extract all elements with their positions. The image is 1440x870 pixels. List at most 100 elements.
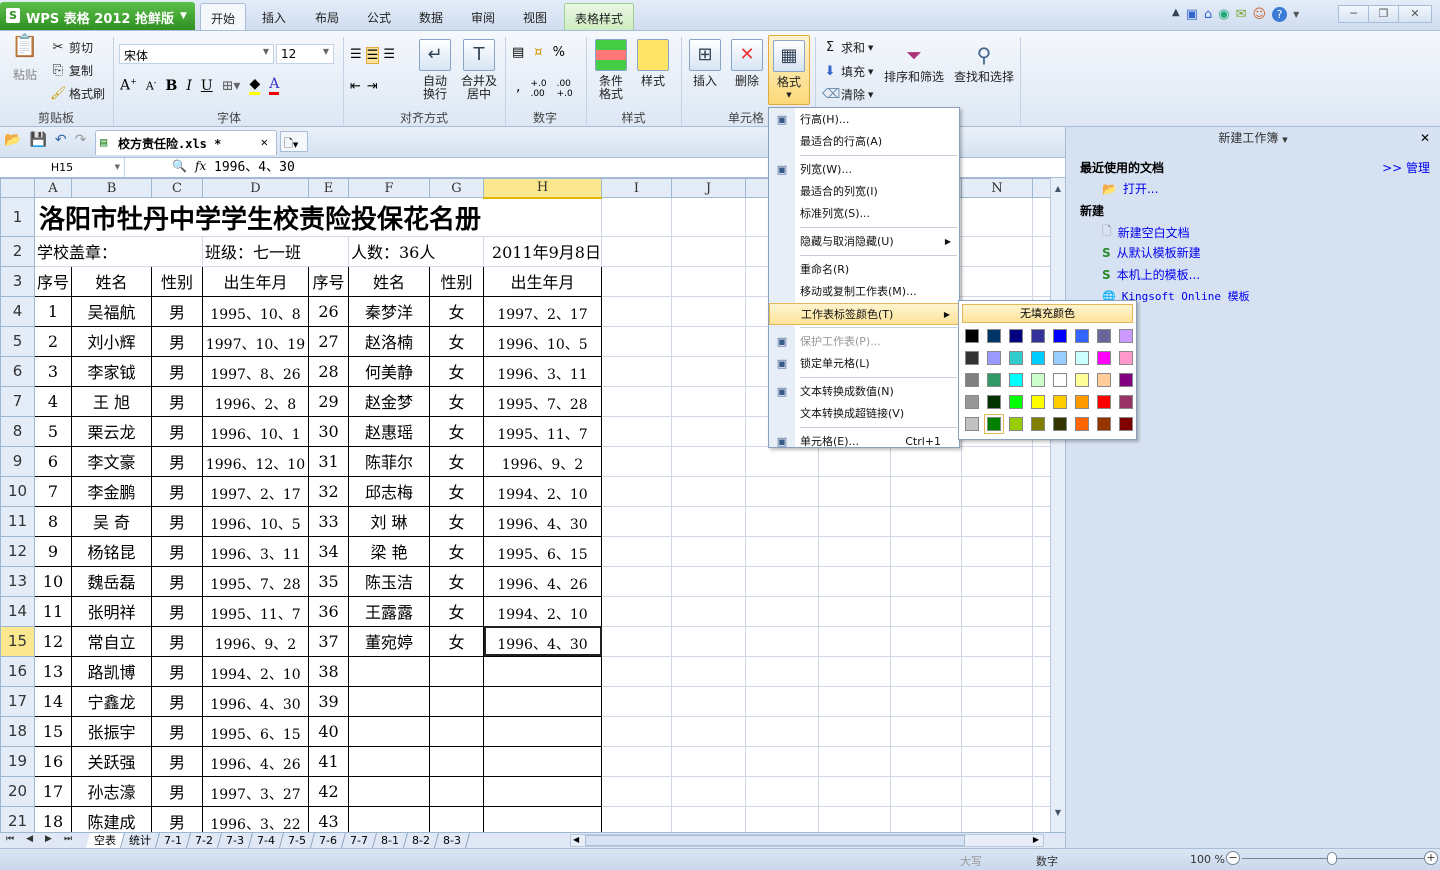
fill-color-icon[interactable]: ◆: [249, 76, 260, 95]
cell[interactable]: [1033, 686, 1051, 716]
menu-item[interactable]: 移动或复制工作表(M)...: [769, 281, 959, 303]
color-swatch[interactable]: [965, 395, 979, 409]
cell[interactable]: 41: [309, 746, 349, 776]
cell[interactable]: [746, 686, 819, 716]
delete-cells-button[interactable]: ✕删除: [730, 39, 764, 88]
cell[interactable]: [962, 446, 1033, 476]
table-header-cell[interactable]: 姓名: [72, 266, 152, 296]
cell[interactable]: 1995、6、15: [203, 716, 309, 746]
cell[interactable]: [430, 806, 484, 832]
cell[interactable]: 1996、4、30: [203, 686, 309, 716]
cell[interactable]: [672, 656, 746, 686]
minimize-button[interactable]: ─: [1338, 5, 1369, 23]
tab-review[interactable]: 审阅: [461, 3, 505, 31]
cell[interactable]: [672, 476, 746, 506]
cell[interactable]: [484, 716, 602, 746]
cell[interactable]: [962, 536, 1033, 566]
cell[interactable]: 男: [152, 536, 203, 566]
name-box[interactable]: H15▼: [0, 158, 125, 177]
cell[interactable]: [891, 506, 962, 536]
cell[interactable]: 38: [309, 656, 349, 686]
cell[interactable]: [484, 806, 602, 832]
new-document-button[interactable]: 🗋▼: [280, 131, 308, 152]
column-header-A[interactable]: A: [35, 179, 72, 198]
copy-button[interactable]: ⎘复制: [50, 62, 93, 79]
table-header-cell[interactable]: 姓名: [349, 266, 430, 296]
cell[interactable]: 12: [35, 626, 72, 656]
cell[interactable]: 1994、2、10: [484, 476, 602, 506]
cell[interactable]: 赵洛楠: [349, 326, 430, 356]
zoom-in-button[interactable]: +: [1424, 851, 1438, 865]
color-swatch[interactable]: [1053, 395, 1067, 409]
menu-item[interactable]: ▣列宽(W)...: [769, 159, 959, 181]
column-header-D[interactable]: D: [203, 179, 309, 198]
cell[interactable]: 李金鹏: [72, 476, 152, 506]
new-blank-link[interactable]: 🗋新建空白文档: [1102, 222, 1190, 243]
cell[interactable]: [1033, 266, 1051, 296]
close-pane-icon[interactable]: ✕: [1420, 131, 1430, 145]
cell[interactable]: [819, 746, 891, 776]
cell[interactable]: 1996、3、11: [203, 536, 309, 566]
cell[interactable]: [484, 776, 602, 806]
last-sheet-icon[interactable]: ⏭: [64, 834, 72, 844]
cell[interactable]: [672, 356, 746, 386]
cell[interactable]: [962, 716, 1033, 746]
manage-link[interactable]: >> 管理: [1382, 159, 1430, 176]
menu-item[interactable]: 隐藏与取消隐藏(U)▶: [769, 231, 959, 253]
cell[interactable]: [430, 776, 484, 806]
conditional-format-button[interactable]: 条件格式: [594, 39, 628, 101]
cell[interactable]: [962, 566, 1033, 596]
sheet-tab[interactable]: 7-4: [249, 833, 284, 848]
tab-view[interactable]: 视图: [513, 3, 557, 31]
cell[interactable]: [484, 686, 602, 716]
menu-item[interactable]: 工作表标签颜色(T)▶: [769, 303, 959, 325]
cell[interactable]: 男: [152, 446, 203, 476]
cell[interactable]: 女: [430, 536, 484, 566]
sheet-tab[interactable]: 统计: [121, 833, 160, 848]
cell[interactable]: 18: [35, 806, 72, 832]
cell[interactable]: [349, 806, 430, 832]
row-header[interactable]: 16: [1, 656, 35, 686]
underline-button[interactable]: U: [201, 78, 213, 94]
font-name-select[interactable]: 宋体▼: [119, 44, 274, 64]
cell[interactable]: [672, 806, 746, 832]
align-center-icon[interactable]: ☰: [366, 47, 380, 64]
color-swatch[interactable]: [1009, 395, 1023, 409]
cell[interactable]: 1994、2、10: [203, 656, 309, 686]
cell[interactable]: [891, 656, 962, 686]
open-folder-icon[interactable]: 📂: [4, 132, 21, 148]
increase-decimal-icon[interactable]: +.0.00: [530, 79, 546, 99]
color-swatch[interactable]: [1097, 417, 1111, 431]
row-header[interactable]: 13: [1, 566, 35, 596]
color-swatch[interactable]: [1119, 417, 1133, 431]
undo-icon[interactable]: ↶: [55, 132, 67, 148]
cell[interactable]: 1995、6、15: [484, 536, 602, 566]
cell[interactable]: 王露露: [349, 596, 430, 626]
cell[interactable]: [430, 746, 484, 776]
align-left-icon[interactable]: ☰: [350, 47, 362, 64]
cell[interactable]: [891, 806, 962, 832]
zoom-out-button[interactable]: −: [1226, 851, 1240, 865]
color-swatch[interactable]: [1097, 373, 1111, 387]
cell[interactable]: 宁鑫龙: [72, 686, 152, 716]
cell[interactable]: [672, 266, 746, 296]
column-header-C[interactable]: C: [152, 179, 203, 198]
cell[interactable]: 42: [309, 776, 349, 806]
scroll-down-icon[interactable]: ▼: [1051, 808, 1065, 817]
row-header[interactable]: 19: [1, 746, 35, 776]
percent-button[interactable]: %: [553, 45, 565, 60]
row-header[interactable]: 20: [1, 776, 35, 806]
color-swatch[interactable]: [987, 373, 1001, 387]
cell[interactable]: 43: [309, 806, 349, 832]
cell[interactable]: 1996、3、11: [484, 356, 602, 386]
cell[interactable]: 女: [430, 296, 484, 326]
cell[interactable]: [602, 198, 672, 237]
cell[interactable]: 李家钺: [72, 356, 152, 386]
cell[interactable]: 15: [35, 716, 72, 746]
sheet-tab[interactable]: 7-3: [218, 833, 253, 848]
color-swatch[interactable]: [1009, 373, 1023, 387]
cell[interactable]: [746, 806, 819, 832]
cell[interactable]: [1033, 656, 1051, 686]
clear-button[interactable]: ⌫清除▼: [822, 86, 873, 103]
column-header-J[interactable]: J: [672, 179, 746, 198]
